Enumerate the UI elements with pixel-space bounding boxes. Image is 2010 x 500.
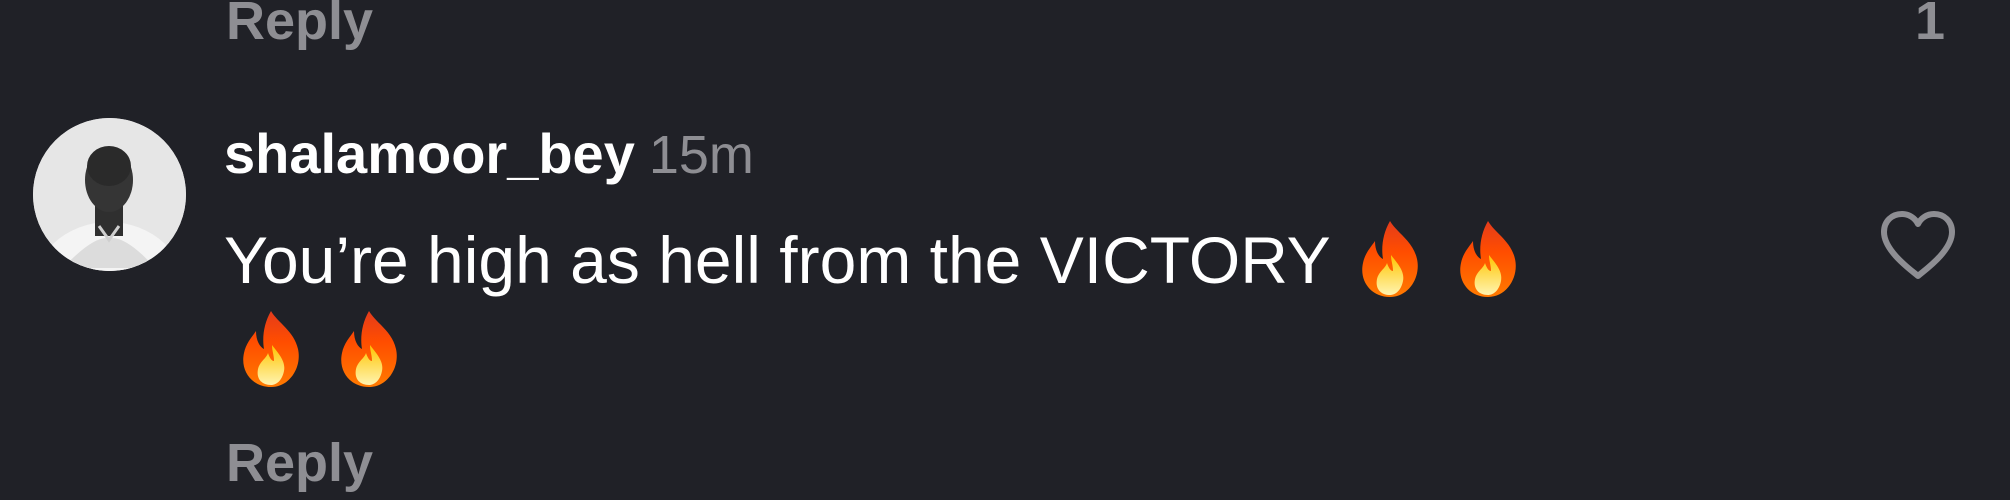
previous-comment-like-count: 1 [1914,0,1945,51]
comment-emoji-line: 🔥🔥 [224,305,1764,395]
fire-emoji-icon: 🔥 [1449,215,1527,305]
comment-text: You’re high as hell from the VICTORY [224,223,1331,297]
fire-emoji-icon: 🔥 [232,305,310,395]
comment-body: You’re high as hell from the VICTORY🔥🔥 🔥… [224,215,1764,395]
avatar[interactable] [33,118,186,271]
username[interactable]: shalamoor_bey [224,122,635,185]
heart-outline-icon[interactable] [1878,210,1958,282]
avatar-photo-icon [33,118,186,271]
fire-emoji-icon: 🔥 [1351,215,1429,305]
timestamp: 15m [648,125,754,185]
comment-header: shalamoor_bey 15m [224,125,754,185]
fire-emoji-icon: 🔥 [330,305,408,395]
reply-button[interactable]: Reply [226,436,373,490]
previous-comment-reply-button[interactable]: Reply [226,0,373,48]
